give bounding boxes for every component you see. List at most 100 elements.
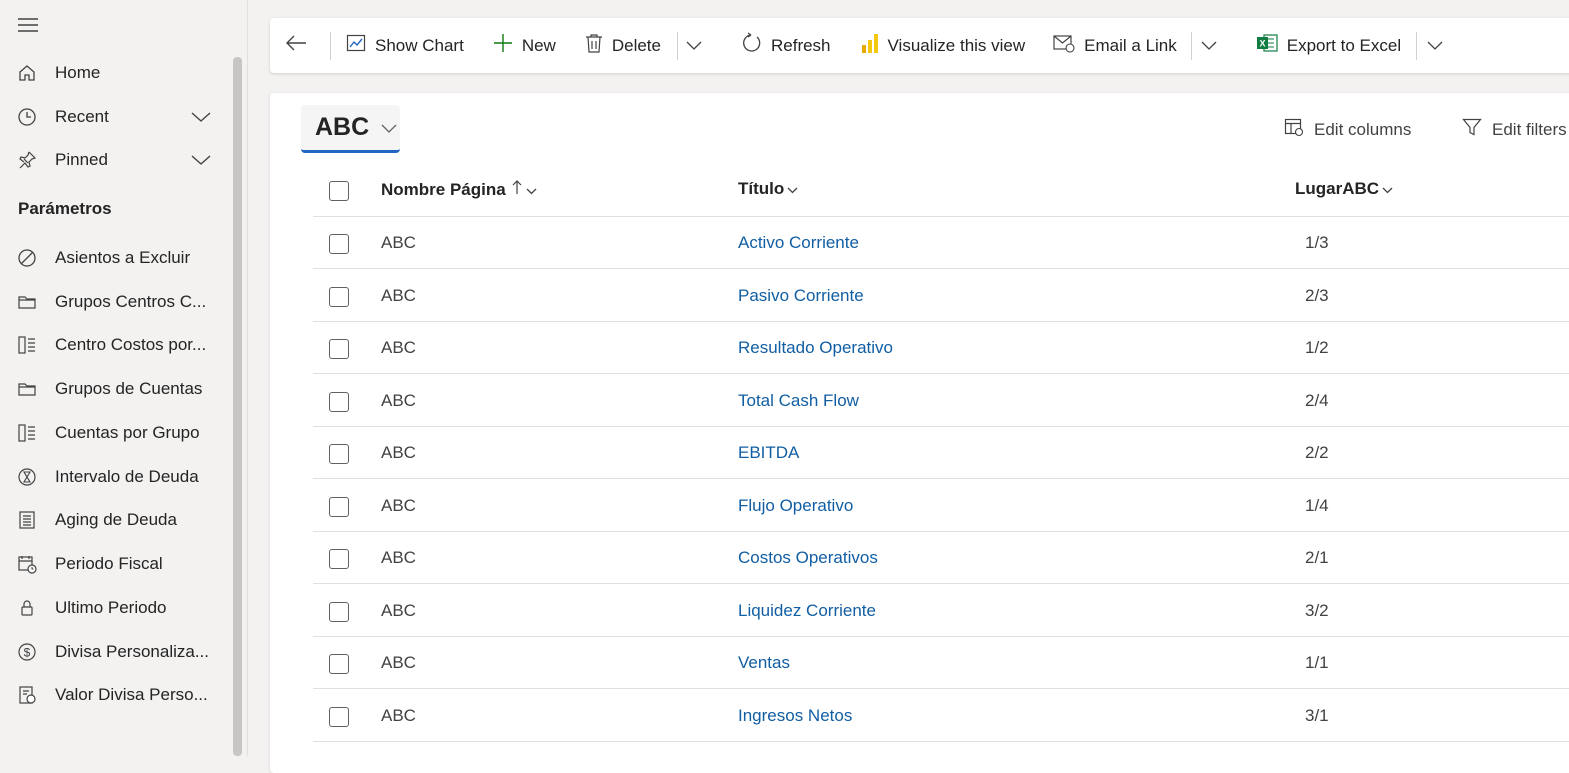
- svg-text:$: $: [24, 646, 31, 660]
- visualize-view-button[interactable]: Visualize this view: [861, 18, 1025, 73]
- table-row[interactable]: ABC Ventas 1/1: [313, 637, 1569, 689]
- cell-nombre-pagina: ABC: [381, 653, 416, 672]
- sidebar-item-periodo-fiscal[interactable]: Periodo Fiscal: [0, 544, 228, 584]
- sidebar-item-aging-deuda[interactable]: Aging de Deuda: [0, 500, 228, 540]
- sidebar-item-asientos[interactable]: Asientos a Excluir: [0, 238, 228, 278]
- cell-titulo-link[interactable]: Pasivo Corriente: [738, 286, 864, 306]
- export-label: Export to Excel: [1286, 35, 1402, 55]
- sidebar-item-intervalo-deuda[interactable]: Intervalo de Deuda: [0, 457, 228, 497]
- cell-titulo-link[interactable]: Resultado Operativo: [738, 338, 893, 358]
- sidebar-item-label: Intervalo de Deuda: [55, 467, 199, 486]
- row-checkbox[interactable]: [329, 654, 349, 674]
- cell-nombre-pagina: ABC: [381, 391, 416, 410]
- more-delete-dropdown[interactable]: [678, 18, 720, 73]
- edit-filters-button[interactable]: Edit filters: [1462, 117, 1567, 142]
- more-export-dropdown[interactable]: [1417, 18, 1461, 73]
- email-link-button[interactable]: Email a Link: [1053, 18, 1177, 73]
- receipt-money-icon: [16, 684, 38, 706]
- folder-icon: [16, 378, 38, 400]
- show-chart-button[interactable]: Show Chart: [346, 18, 464, 73]
- power-bi-icon: [861, 32, 888, 59]
- sidebar-item-grupos-centros[interactable]: Grupos Centros C...: [0, 282, 228, 322]
- cell-titulo-link[interactable]: Costos Operativos: [738, 548, 878, 568]
- sidebar-item-ultimo-periodo[interactable]: Ultimo Periodo: [0, 588, 228, 628]
- sidebar-item-grupos-cuentas[interactable]: Grupos de Cuentas: [0, 369, 228, 409]
- cell-lugarabc: 2/3: [1305, 286, 1329, 305]
- cell-lugarabc: 2/1: [1305, 548, 1329, 567]
- cell-nombre-pagina: ABC: [381, 338, 416, 357]
- delete-button[interactable]: Delete: [585, 18, 661, 73]
- new-button[interactable]: New: [493, 18, 556, 73]
- table-row[interactable]: ABC Liquidez Corriente 3/2: [313, 585, 1569, 637]
- chevron-down-icon: [526, 180, 537, 200]
- table-row[interactable]: ABC Total Cash Flow 2/4: [313, 375, 1569, 427]
- view-selector[interactable]: ABC: [301, 105, 400, 153]
- nav-pinned[interactable]: Pinned: [0, 140, 228, 180]
- row-checkbox[interactable]: [329, 602, 349, 622]
- row-checkbox[interactable]: [329, 234, 349, 254]
- sidebar-item-cuentas-por-grupo[interactable]: Cuentas por Grupo: [0, 413, 228, 453]
- column-header-lugarabc[interactable]: LugarABC: [1295, 179, 1393, 199]
- cell-titulo-link[interactable]: Liquidez Corriente: [738, 601, 876, 621]
- table-row[interactable]: ABC Flujo Operativo 1/4: [313, 480, 1569, 532]
- row-checkbox[interactable]: [329, 549, 349, 569]
- cell-titulo-link[interactable]: EBITDA: [738, 443, 799, 463]
- table-row[interactable]: ABC Pasivo Corriente 2/3: [313, 270, 1569, 322]
- prohibited-icon: [16, 247, 38, 269]
- chevron-down-icon: [381, 120, 397, 138]
- table-row[interactable]: ABC EBITDA 2/2: [313, 427, 1569, 479]
- nav-home[interactable]: Home: [0, 53, 228, 93]
- cell-lugarabc: 3/1: [1305, 706, 1329, 725]
- table-row[interactable]: ABC Ingresos Netos 3/1: [313, 690, 1569, 742]
- sidebar-scrollbar[interactable]: [233, 57, 242, 756]
- table-row[interactable]: ABC Activo Corriente 1/3: [313, 217, 1569, 269]
- row-checkbox[interactable]: [329, 287, 349, 307]
- back-button[interactable]: [270, 18, 330, 73]
- calendar-clock-icon: [16, 553, 38, 575]
- row-checkbox[interactable]: [329, 497, 349, 517]
- sidebar-item-label: Centro Costos por...: [55, 335, 207, 354]
- chevron-down-icon[interactable]: [190, 107, 212, 127]
- show-chart-label: Show Chart: [375, 35, 464, 55]
- cell-titulo-link[interactable]: Activo Corriente: [738, 233, 859, 253]
- row-checkbox[interactable]: [329, 444, 349, 464]
- list-panel-icon: [16, 334, 38, 356]
- column-header-nombre-pagina[interactable]: Nombre Página: [381, 179, 537, 200]
- email-link-icon: [1053, 33, 1084, 58]
- table-row[interactable]: ABC Costos Operativos 2/1: [313, 532, 1569, 584]
- sidebar-item-label: Grupos de Cuentas: [55, 379, 203, 398]
- folder-icon: [16, 291, 38, 313]
- chevron-down-icon[interactable]: [190, 150, 212, 170]
- chevron-down-icon: [1382, 179, 1393, 199]
- chevron-down-icon: [685, 36, 712, 56]
- cell-titulo-link[interactable]: Ingresos Netos: [738, 706, 852, 726]
- column-header-label: Título: [738, 179, 785, 198]
- lock-icon: [16, 597, 38, 619]
- row-checkbox[interactable]: [329, 707, 349, 727]
- chart-icon: [346, 33, 375, 58]
- sidebar-item-divisa-personalizada[interactable]: $ Divisa Personaliza...: [0, 632, 228, 672]
- sidebar-item-centro-costos[interactable]: Centro Costos por...: [0, 325, 228, 365]
- column-header-titulo[interactable]: Título: [738, 179, 798, 199]
- edit-columns-button[interactable]: Edit columns: [1284, 117, 1411, 142]
- export-excel-button[interactable]: X Export to Excel: [1256, 18, 1401, 73]
- sidebar-item-valor-divisa[interactable]: Valor Divisa Perso...: [0, 675, 228, 715]
- table-row[interactable]: ABC Resultado Operativo 1/2: [313, 322, 1569, 374]
- row-checkbox[interactable]: [329, 339, 349, 359]
- refresh-button[interactable]: Refresh: [740, 18, 831, 73]
- more-email-dropdown[interactable]: [1192, 18, 1236, 73]
- cell-titulo-link[interactable]: Ventas: [738, 653, 790, 673]
- cell-titulo-link[interactable]: Flujo Operativo: [738, 496, 853, 516]
- row-checkbox[interactable]: [329, 392, 349, 412]
- cell-lugarabc: 1/2: [1305, 338, 1329, 357]
- nav-label: Pinned: [55, 150, 108, 169]
- sidebar-item-label: Valor Divisa Perso...: [55, 685, 208, 704]
- nav-recent[interactable]: Recent: [0, 97, 228, 137]
- select-all-checkbox[interactable]: [329, 181, 349, 201]
- delete-label: Delete: [611, 35, 661, 55]
- sidebar-item-label: Ultimo Periodo: [55, 598, 167, 617]
- clock-icon: [16, 106, 38, 128]
- cell-titulo-link[interactable]: Total Cash Flow: [738, 391, 859, 411]
- filter-icon: [1462, 117, 1492, 142]
- hamburger-menu-icon[interactable]: [17, 14, 39, 36]
